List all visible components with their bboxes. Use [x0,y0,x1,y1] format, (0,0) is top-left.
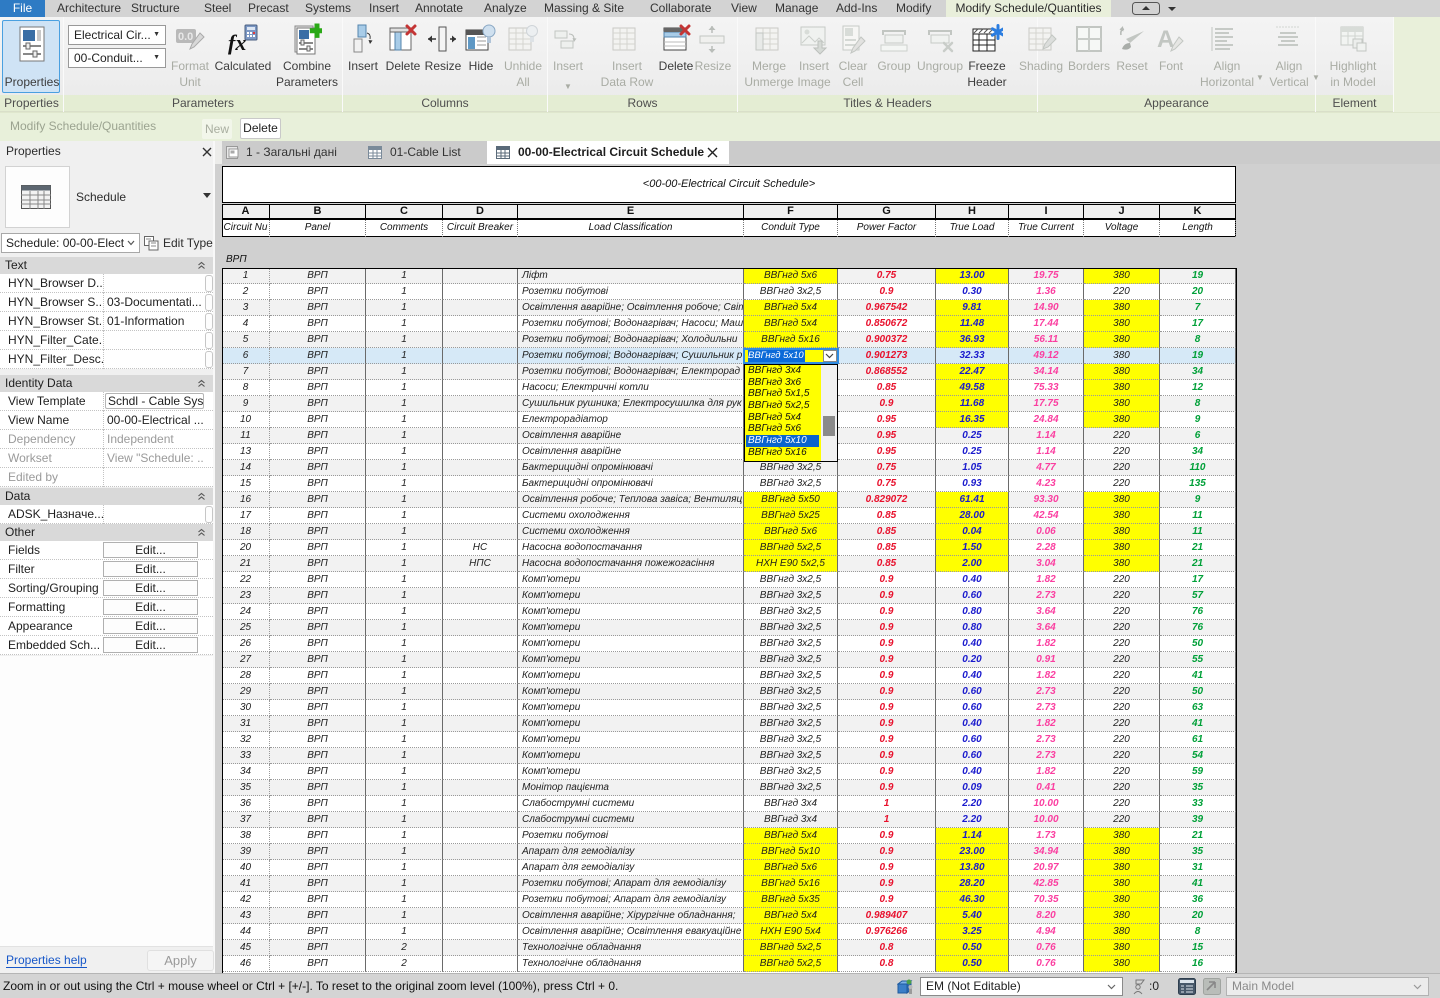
svg-text:fx: fx [228,30,246,55]
svg-text:0.0: 0.0 [178,31,193,43]
